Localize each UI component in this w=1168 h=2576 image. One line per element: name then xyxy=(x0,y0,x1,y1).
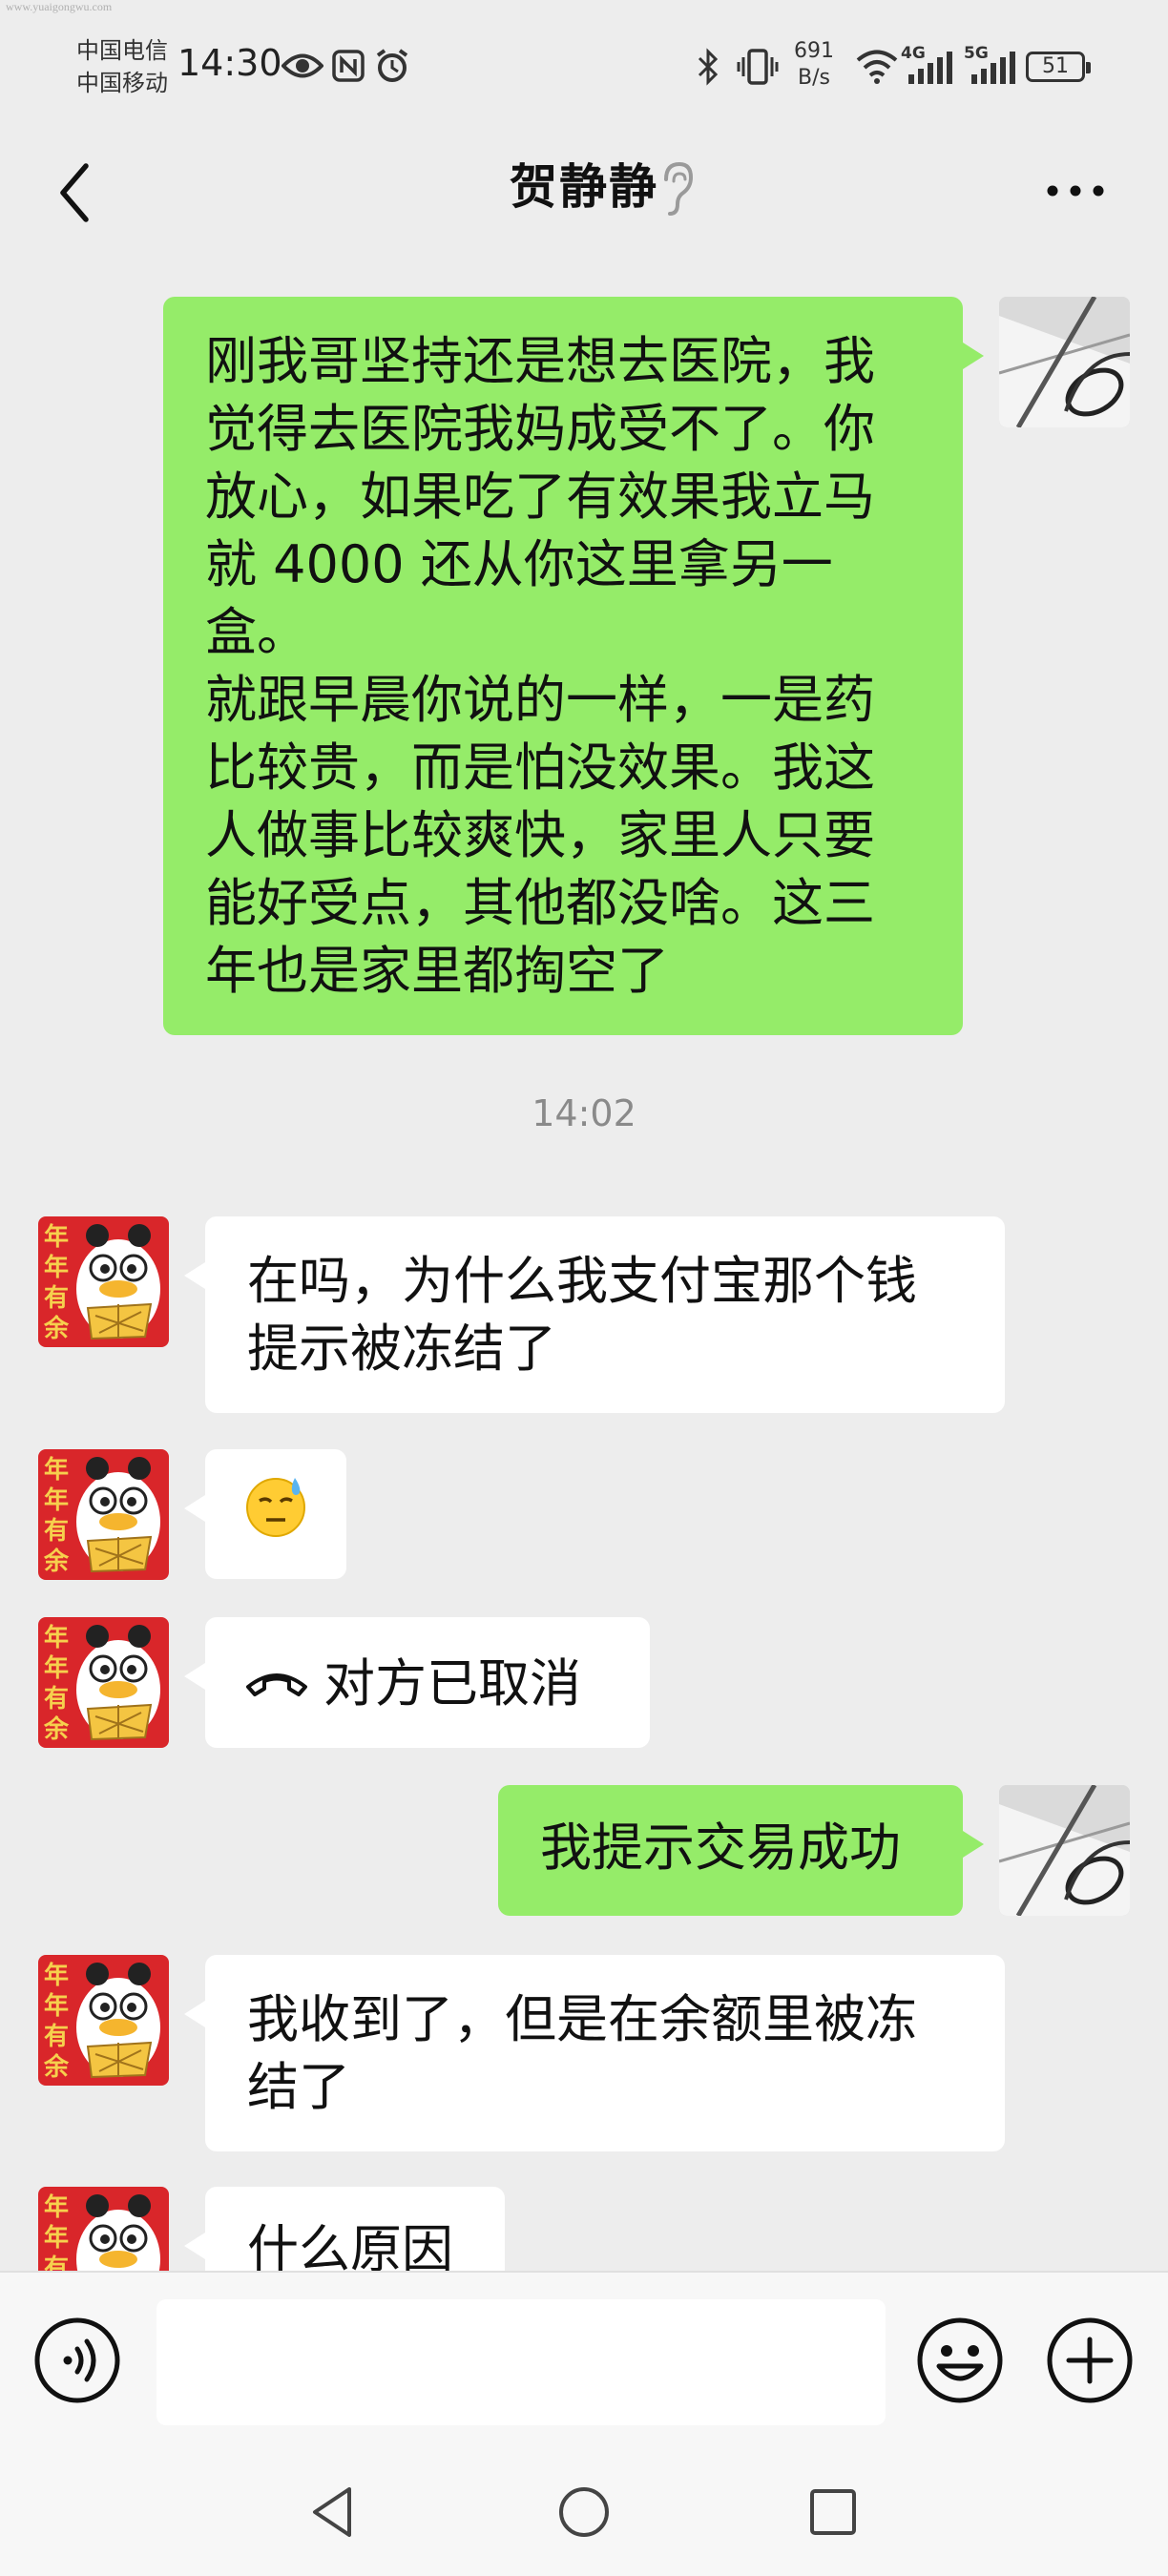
ear-icon xyxy=(664,161,694,216)
status-bar: 中国电信 中国移动 14:30 691 B/s 4G 5G 51 xyxy=(0,0,1168,134)
message-line: 觉得去医院我妈成受不了。你 xyxy=(205,399,875,459)
carrier-1: 中国电信 xyxy=(76,37,168,64)
message-line: 年也是家里都掏空了 xyxy=(205,941,669,1001)
voice-input-icon[interactable] xyxy=(33,2316,121,2404)
contact-avatar[interactable]: 年 年 有 余 xyxy=(38,2187,169,2271)
svg-text:余: 余 xyxy=(43,1547,70,1576)
svg-text:年: 年 xyxy=(44,1991,69,2021)
chat-message-list[interactable]: 刚我哥坚持还是想去医院，我 觉得去医院我妈成受不了。你 放心，如果吃了有效果我立… xyxy=(0,253,1168,2271)
message-bubble-sent-2[interactable]: 我提示交易成功 xyxy=(498,1785,984,1916)
message-line: 就 4000 还从你这里拿另一盒。 xyxy=(205,534,833,662)
nfc-icon xyxy=(332,50,365,82)
network-speed: 691 B/s xyxy=(794,38,834,92)
carrier-labels: 中国电信 中国移动 xyxy=(76,34,168,99)
message-line: 提示被冻结了 xyxy=(247,1319,556,1379)
emoji-picker-icon[interactable] xyxy=(916,2316,1004,2404)
svg-text:有: 有 xyxy=(44,1517,69,1546)
message-line: 人做事比较爽快，家里人只要 xyxy=(205,805,875,865)
svg-text:余: 余 xyxy=(43,2052,70,2082)
svg-text:年: 年 xyxy=(44,1961,69,1990)
message-line: 什么原因 xyxy=(247,2219,453,2271)
svg-text:有: 有 xyxy=(44,1685,69,1714)
signal-bars-2-icon xyxy=(971,52,1015,84)
nav-back-icon[interactable] xyxy=(305,2483,363,2541)
phone-hangup-icon xyxy=(246,1673,307,1697)
network-speed-unit: B/s xyxy=(798,66,830,90)
svg-text:年: 年 xyxy=(44,1222,69,1252)
svg-text:年: 年 xyxy=(44,1455,69,1485)
eye-icon xyxy=(282,53,323,78)
more-options-icon[interactable] xyxy=(1045,172,1106,210)
sweat-emoji-icon xyxy=(246,1478,305,1537)
status-time: 14:30 xyxy=(177,42,282,84)
message-input[interactable] xyxy=(156,2299,886,2425)
contact-avatar[interactable]: 年 年 有 余 xyxy=(38,1955,169,2086)
message-line: 就跟早晨你说的一样，一是药 xyxy=(205,670,875,730)
svg-text:年: 年 xyxy=(44,1653,69,1683)
svg-text:有: 有 xyxy=(44,1284,69,1313)
message-line: 刚我哥坚持还是想去医院，我 xyxy=(205,331,875,391)
message-line: 放心，如果吃了有效果我立马 xyxy=(205,467,875,527)
network-speed-value: 691 xyxy=(794,39,834,63)
message-line: 比较贵，而是怕没效果。我这 xyxy=(205,737,875,798)
contact-avatar[interactable]: 年 年 有 余 xyxy=(38,1617,169,1748)
alarm-icon xyxy=(376,49,408,82)
system-navigation-bar xyxy=(0,2447,1168,2576)
vibrate-icon xyxy=(737,49,779,85)
signal-bars-1-icon xyxy=(908,52,952,84)
message-bubble-received-2[interactable]: 我收到了，但是在余额里被冻 结了 xyxy=(184,1955,1005,2151)
svg-text:余: 余 xyxy=(43,1714,70,1744)
message-line: 在吗，为什么我支付宝那个钱 xyxy=(247,1251,917,1311)
svg-text:年: 年 xyxy=(44,1485,69,1515)
message-line: 结了 xyxy=(247,2057,350,2117)
nav-home-icon[interactable] xyxy=(555,2483,613,2541)
svg-text:有: 有 xyxy=(44,2254,69,2271)
my-avatar[interactable] xyxy=(999,297,1130,427)
svg-text:年: 年 xyxy=(44,2223,69,2253)
input-bar xyxy=(0,2271,1168,2449)
bluetooth-icon xyxy=(698,48,719,86)
chat-header: 贺静静 xyxy=(0,134,1168,253)
message-line: 能好受点，其他都没啥。这三 xyxy=(205,873,875,933)
svg-text:年: 年 xyxy=(44,2192,69,2222)
message-bubble-received-1[interactable]: 在吗，为什么我支付宝那个钱 提示被冻结了 xyxy=(184,1216,1005,1413)
battery-icon: 51 xyxy=(1026,52,1091,82)
svg-text:年: 年 xyxy=(44,1623,69,1652)
nav-recents-icon[interactable] xyxy=(804,2483,862,2541)
message-bubble-emoji[interactable]: 😓 xyxy=(184,1449,346,1579)
chat-title: 贺静静 xyxy=(510,159,658,215)
svg-text:年: 年 xyxy=(44,1253,69,1282)
message-bubble-received-3[interactable]: 什么原因 xyxy=(184,2187,505,2271)
carrier-2: 中国移动 xyxy=(76,70,168,96)
wifi-icon xyxy=(856,50,898,84)
svg-text:余: 余 xyxy=(43,1314,70,1343)
call-status-text: 对方已取消 xyxy=(323,1652,581,1714)
voice-call-cancelled-bubble[interactable]: 对方已取消 xyxy=(184,1617,650,1748)
message-bubble-sent-1[interactable]: 刚我哥坚持还是想去医院，我 觉得去医院我妈成受不了。你 放心，如果吃了有效果我立… xyxy=(163,297,984,1035)
contact-avatar[interactable]: 年 年 有 余 xyxy=(38,1216,169,1347)
svg-text:有: 有 xyxy=(44,2023,69,2051)
add-more-icon[interactable] xyxy=(1046,2316,1134,2404)
my-avatar[interactable] xyxy=(999,1785,1130,1916)
message-line: 我收到了，但是在余额里被冻 xyxy=(247,1989,917,2049)
contact-avatar[interactable]: 年 年 有 余 xyxy=(38,1449,169,1580)
message-timestamp: 14:02 xyxy=(532,1092,636,1134)
message-line: 我提示交易成功 xyxy=(540,1818,901,1878)
